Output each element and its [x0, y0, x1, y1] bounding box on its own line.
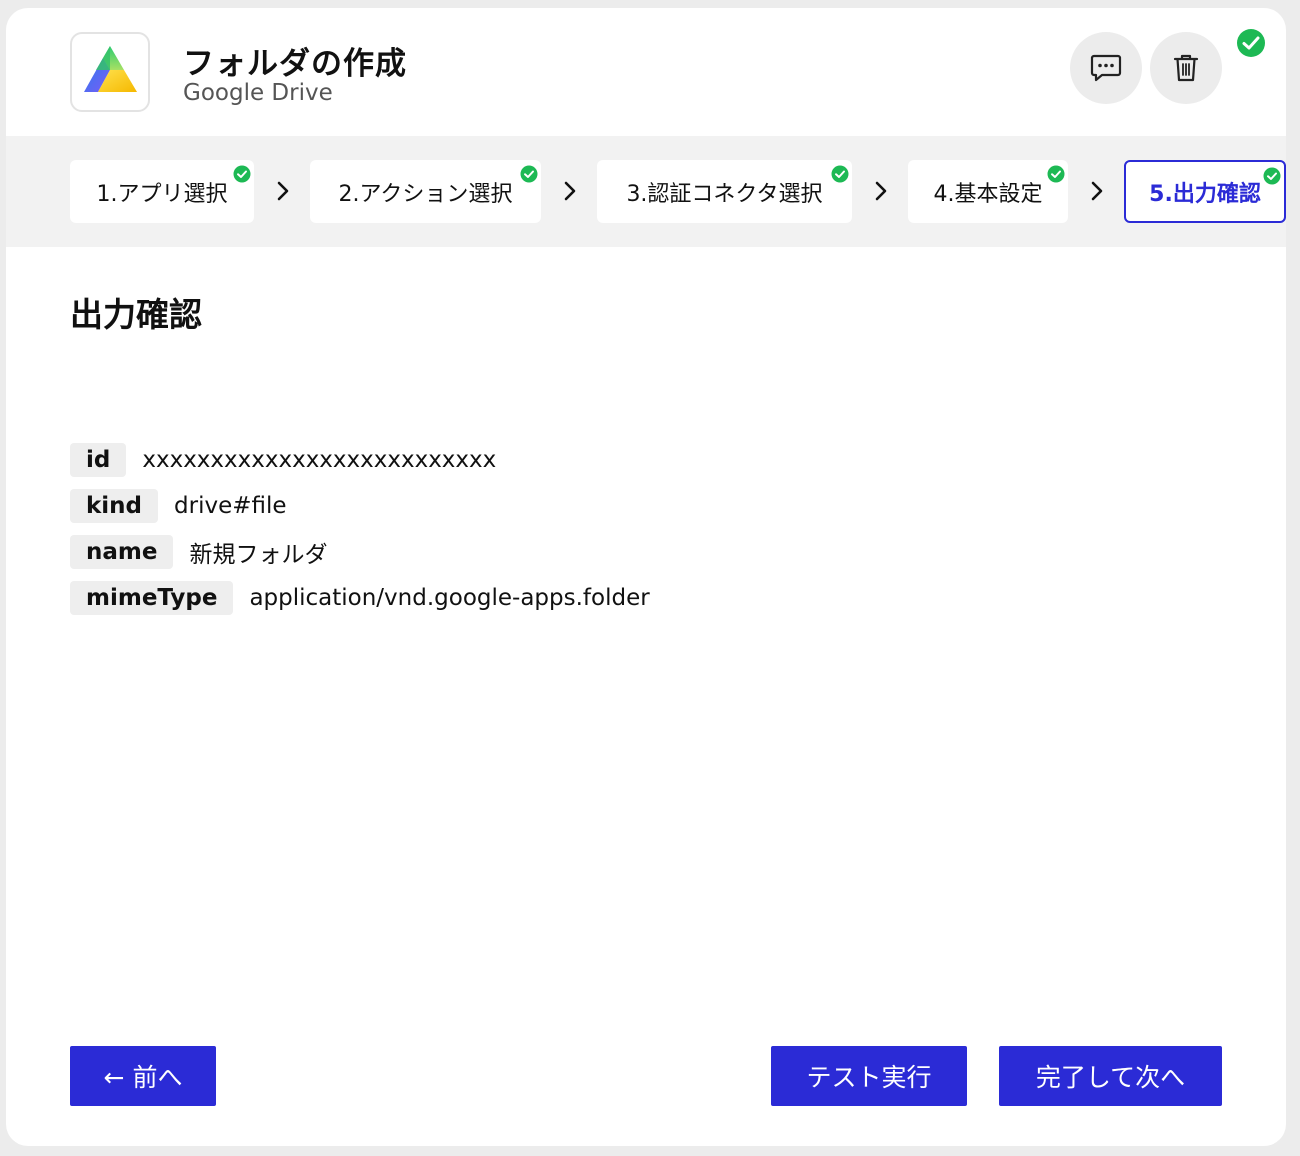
- chevron-right-icon: [1091, 181, 1103, 201]
- check-circle-icon: [520, 165, 538, 183]
- output-value: drive#file: [174, 493, 287, 519]
- check-circle-icon: [233, 165, 251, 183]
- step-label: 2.アクション選択: [338, 181, 513, 207]
- trash-icon: [1173, 54, 1199, 82]
- complete-next-button[interactable]: 完了して次へ: [999, 1046, 1222, 1106]
- section-title: 出力確認: [70, 295, 202, 334]
- step-output-confirm[interactable]: 5.出力確認: [1124, 160, 1286, 223]
- prev-button[interactable]: ← 前へ: [70, 1046, 216, 1106]
- step-label: 3.認証コネクタ選択: [626, 181, 823, 207]
- step-action-select[interactable]: 2.アクション選択: [310, 160, 541, 223]
- delete-button[interactable]: [1150, 32, 1222, 104]
- output-row: mimeType application/vnd.google-apps.fol…: [70, 581, 650, 615]
- step-label: 5.出力確認: [1149, 181, 1261, 207]
- step-label: 1.アプリ選択: [96, 181, 228, 207]
- comment-icon: [1090, 54, 1122, 82]
- step-app-select[interactable]: 1.アプリ選択: [70, 160, 254, 223]
- output-value: xxxxxxxxxxxxxxxxxxxxxxxxxx: [142, 447, 497, 473]
- check-circle-icon: [831, 165, 849, 183]
- google-drive-logo: [70, 32, 150, 112]
- check-circle-icon: [1263, 167, 1281, 185]
- dialog-card: フォルダの作成 Google Drive 1.アプリ選択 2.アクション選択 3…: [6, 8, 1286, 1146]
- comment-button[interactable]: [1070, 32, 1142, 104]
- output-value: 新規フォルダ: [189, 542, 328, 568]
- step-bar: 1.アプリ選択 2.アクション選択 3.認証コネクタ選択 4.基本設定 5.出力…: [6, 136, 1286, 247]
- output-row: id xxxxxxxxxxxxxxxxxxxxxxxxxx: [70, 443, 496, 477]
- chevron-right-icon: [564, 181, 576, 201]
- output-value: application/vnd.google-apps.folder: [249, 585, 650, 611]
- check-circle-icon: [1047, 165, 1065, 183]
- chevron-right-icon: [875, 181, 887, 201]
- header: フォルダの作成 Google Drive: [6, 8, 1286, 136]
- page-title: フォルダの作成: [183, 46, 407, 82]
- chevron-right-icon: [277, 181, 289, 201]
- output-row: kind drive#file: [70, 489, 287, 523]
- check-circle-icon: [1237, 29, 1265, 57]
- test-run-button[interactable]: テスト実行: [771, 1046, 967, 1106]
- step-connector-select[interactable]: 3.認証コネクタ選択: [597, 160, 852, 223]
- output-key: mimeType: [70, 581, 234, 615]
- step-basic-settings[interactable]: 4.基本設定: [908, 160, 1068, 223]
- app-name: Google Drive: [183, 80, 333, 106]
- output-key: kind: [70, 489, 159, 523]
- step-label: 4.基本設定: [933, 181, 1043, 207]
- output-key: id: [70, 443, 127, 477]
- output-row: name 新規フォルダ: [70, 535, 327, 569]
- output-key: name: [70, 535, 174, 569]
